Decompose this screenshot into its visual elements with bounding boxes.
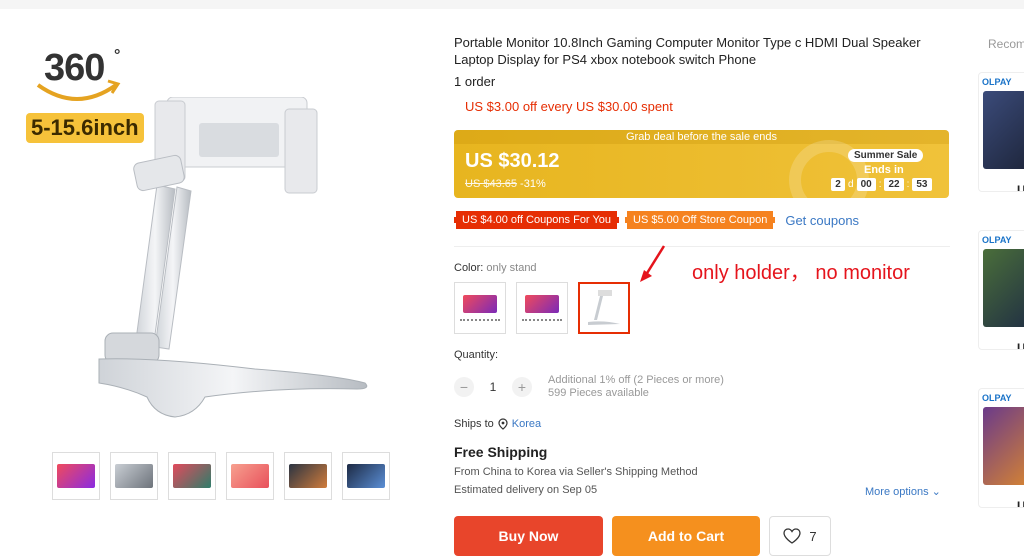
- thumbnail-strip: [52, 452, 390, 500]
- recommendations-title: Recom: [988, 37, 1024, 51]
- thumbnail-4[interactable]: [226, 452, 274, 500]
- wishlist-button[interactable]: 7: [769, 516, 831, 556]
- quantity-stepper: − 1 + Additional 1% off (2 Pieces or mor…: [454, 374, 724, 400]
- rec-image: [983, 407, 1024, 485]
- stand-thumbnail-icon: [588, 290, 620, 325]
- color-value: only stand: [486, 262, 537, 274]
- store-coupon[interactable]: US $5.00 Off Store Coupon: [625, 211, 776, 229]
- rec-brand: OLPAY: [982, 393, 1012, 403]
- badge-degree: °: [114, 47, 121, 64]
- get-coupons-link[interactable]: Get coupons: [785, 213, 859, 228]
- color-label-text: Color:: [454, 262, 484, 274]
- original-price: US $43.65: [465, 178, 517, 190]
- order-count: 1 order: [454, 74, 496, 89]
- swatch-monitor-2[interactable]: [516, 282, 568, 334]
- quantity-plus-button[interactable]: +: [512, 377, 532, 397]
- timer-sep: :: [906, 179, 910, 190]
- red-arrow-icon: [640, 245, 666, 282]
- ships-to-label: Ships to: [454, 418, 494, 430]
- shipping-route: From China to Korea via Seller's Shippin…: [454, 466, 698, 478]
- heart-icon: [783, 528, 802, 544]
- wish-count: 7: [809, 528, 817, 544]
- countdown-timer: 2 d 00 : 22 : 53: [831, 178, 932, 191]
- ship-country[interactable]: Korea: [512, 418, 541, 430]
- thumbnail-3[interactable]: [168, 452, 216, 500]
- timer-minutes: 22: [884, 178, 904, 191]
- buy-now-button[interactable]: Buy Now: [454, 516, 603, 556]
- estimated-delivery: Estimated delivery on Sep 05: [454, 484, 598, 496]
- coupon-for-you[interactable]: US $4.00 off Coupons For You: [454, 211, 620, 229]
- timer-sep: :: [878, 179, 882, 190]
- free-shipping: Free Shipping: [454, 444, 548, 460]
- chevron-down-icon: ⌄: [931, 486, 941, 498]
- swatch-monitor-1[interactable]: [454, 282, 506, 334]
- thumbnail-2[interactable]: [110, 452, 158, 500]
- deal-grab-text: Grab deal before the sale ends: [454, 130, 949, 144]
- thumbnail-5[interactable]: [284, 452, 332, 500]
- rec-item-3[interactable]: OLPAY US: [978, 388, 1024, 508]
- quantity-label: Quantity:: [454, 349, 499, 361]
- swatch-only-stand[interactable]: [578, 282, 630, 334]
- rec-brand: OLPAY: [982, 77, 1012, 87]
- add-to-cart-button[interactable]: Add to Cart: [612, 516, 760, 556]
- timer-hours: 00: [856, 178, 876, 191]
- product-title: Portable Monitor 10.8Inch Gaming Compute…: [454, 35, 921, 67]
- bulk-discount-text: Additional 1% off (2 Pieces or more): [548, 374, 724, 386]
- color-label: Color: only stand: [454, 262, 537, 274]
- annotation-text: only holder， no monitor: [692, 262, 910, 284]
- divider: [454, 246, 950, 247]
- color-swatches: [454, 282, 630, 334]
- rec-brand: OLPAY: [982, 235, 1012, 245]
- quantity-info: Additional 1% off (2 Pieces or more) 599…: [548, 374, 724, 400]
- product-gallery: 360 ° 5-15.6inch: [0, 9, 440, 558]
- quantity-minus-button[interactable]: −: [454, 377, 474, 397]
- more-options-link[interactable]: More options ⌄: [865, 485, 941, 498]
- stand-image: [98, 97, 368, 418]
- discount-percent: -31%: [520, 178, 546, 190]
- sale-price: US $30.12: [465, 150, 560, 172]
- ships-to: Ships to Korea: [454, 418, 541, 430]
- product-info: Portable Monitor 10.8Inch Gaming Compute…: [454, 34, 950, 556]
- quantity-value[interactable]: 1: [484, 380, 502, 394]
- rec-item-1[interactable]: OLPAY US: [978, 72, 1024, 192]
- promo-text: US $3.00 off every US $30.00 spent: [465, 99, 673, 114]
- location-pin-icon: [498, 418, 508, 430]
- timer-seconds: 53: [912, 178, 932, 191]
- rec-price: US: [1017, 183, 1024, 191]
- recommendations-panel: Recom OLPAY US OLPAY US OLPAY US: [968, 0, 1024, 558]
- thumbnail-1[interactable]: [52, 452, 100, 500]
- ends-in-label: Ends in: [864, 164, 904, 176]
- pieces-available: 599 Pieces available: [548, 387, 649, 399]
- more-options-label: More options: [865, 486, 929, 498]
- timer-days: 2: [831, 178, 845, 191]
- coupon-row: US $4.00 off Coupons For You US $5.00 Of…: [454, 211, 859, 229]
- rec-image: [983, 249, 1024, 327]
- old-price: US $43.65 -31%: [465, 178, 546, 190]
- thumbnail-6[interactable]: [342, 452, 390, 500]
- deal-banner: Grab deal before the sale ends US $30.12…: [454, 130, 949, 198]
- timer-day-unit: d: [848, 179, 854, 190]
- rec-item-2[interactable]: OLPAY US: [978, 230, 1024, 350]
- summer-sale-badge: Summer Sale: [848, 149, 924, 162]
- top-bar: [0, 0, 1024, 9]
- rec-price: US: [1017, 341, 1024, 349]
- rec-price: US: [1017, 499, 1024, 507]
- rec-image: [983, 91, 1024, 169]
